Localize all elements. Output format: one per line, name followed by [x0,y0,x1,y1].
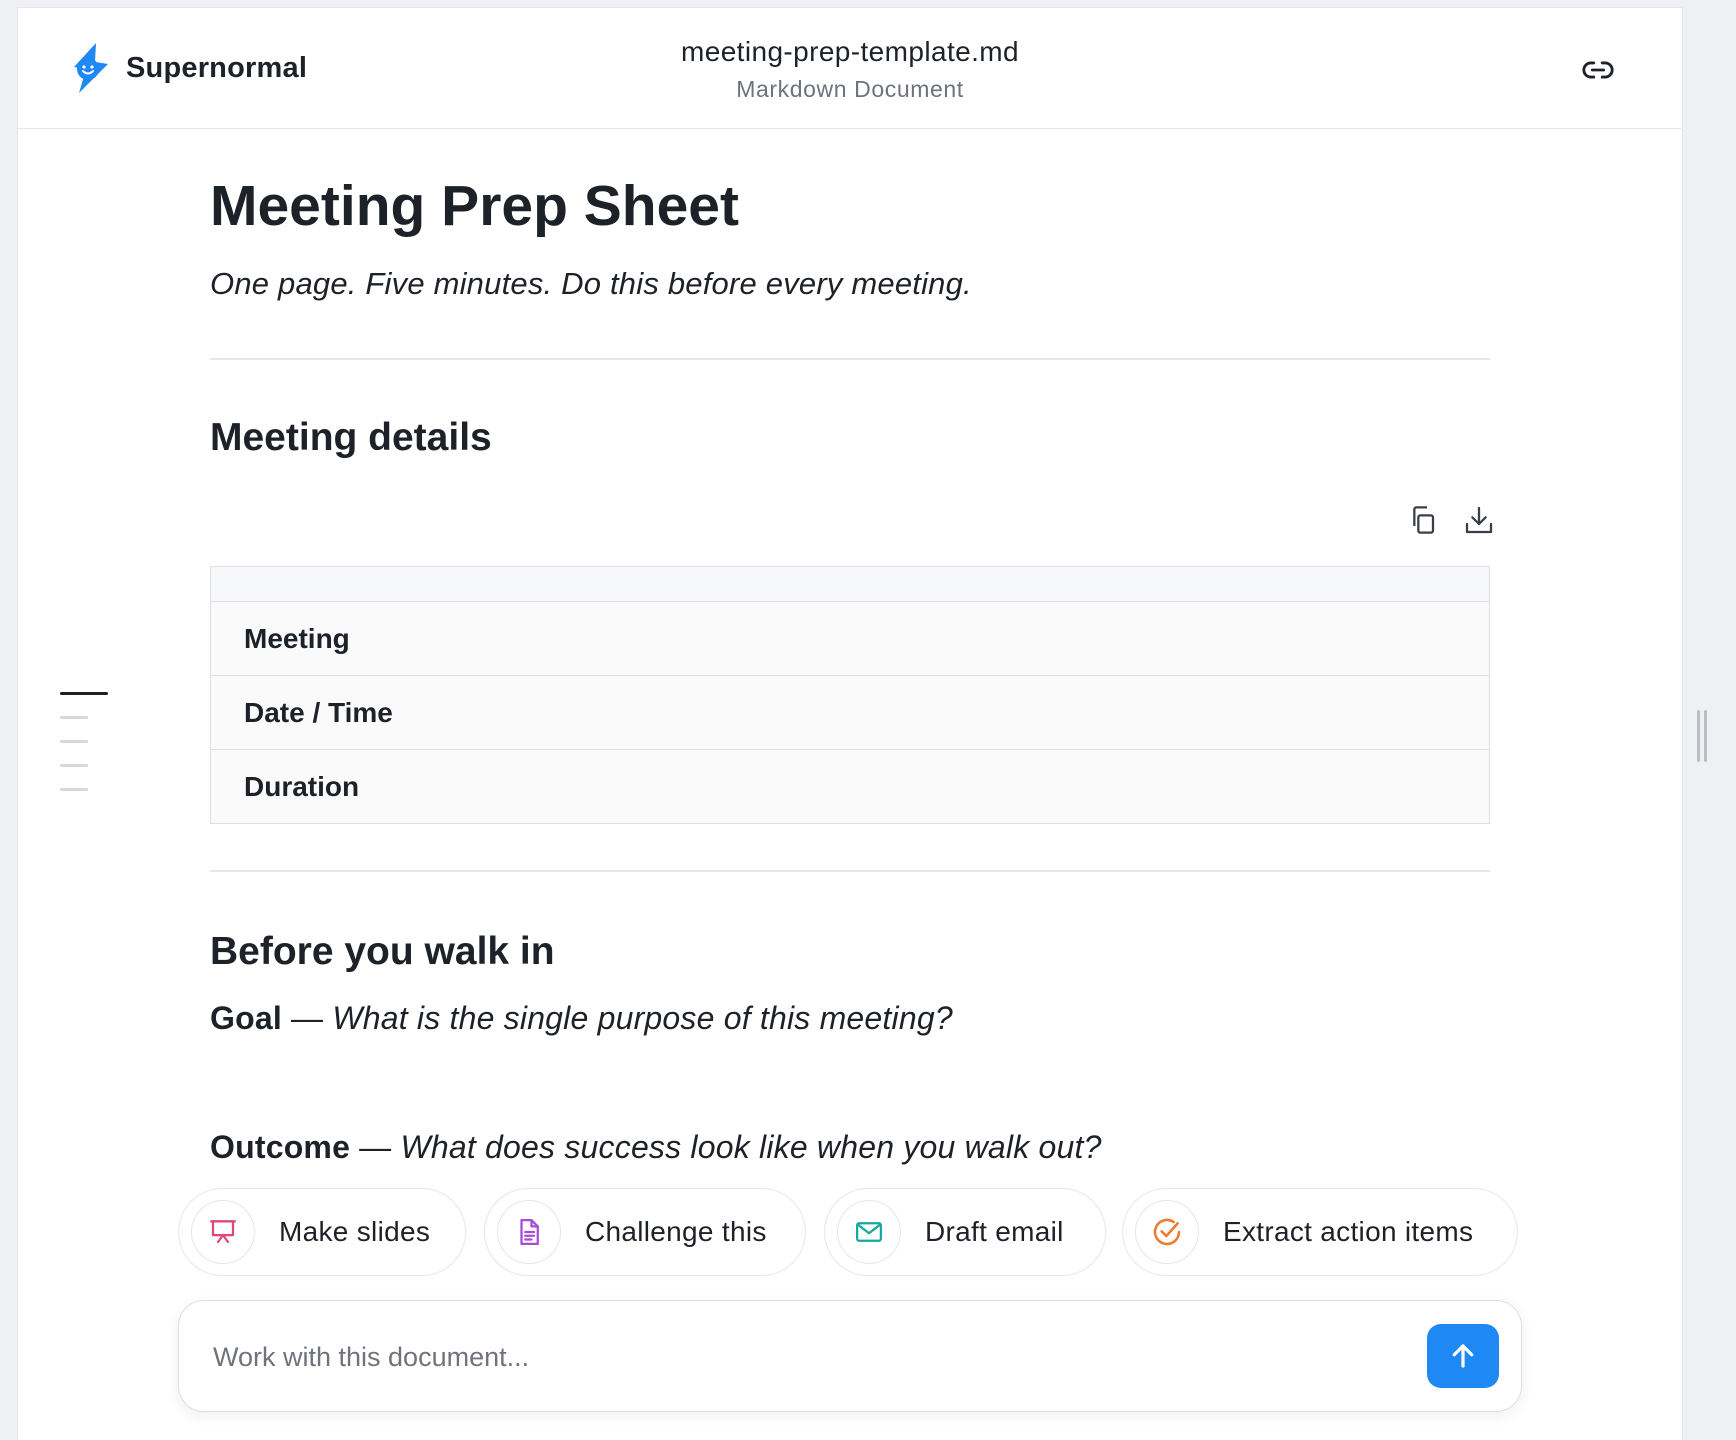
table-header-row [210,566,1490,602]
outline-marker[interactable] [60,764,88,767]
meeting-details-table: Meeting Date / Time Duration [210,566,1490,824]
table-row: Meeting [210,601,1490,676]
chip-label: Make slides [279,1216,431,1247]
outline-marker[interactable] [60,788,88,791]
download-table-button[interactable] [1461,502,1497,538]
quick-actions: Make slides Challenge this Draft email E… [178,1188,1518,1278]
page-lede: One page. Five minutes. Do this before e… [210,266,972,301]
draft-email-button[interactable]: Draft email [824,1188,1106,1276]
goal-prompt: What is the single purpose of this meeti… [332,1000,953,1036]
outline-marker[interactable] [60,740,88,743]
section-heading-before: Before you walk in [210,930,555,973]
composer-input[interactable] [211,1331,1315,1383]
download-icon [1465,506,1493,534]
chip-label: Challenge this [585,1216,767,1247]
presentation-icon [191,1200,255,1264]
check-circle-icon [1135,1200,1199,1264]
arrow-up-icon [1452,1344,1474,1368]
goal-label: Goal [210,1000,282,1036]
copy-link-button[interactable] [1578,50,1618,90]
make-slides-button[interactable]: Make slides [178,1188,466,1276]
chip-label: Extract action items [1223,1216,1474,1247]
file-type: Markdown Document [736,76,964,102]
outline-marker[interactable] [60,692,108,695]
table-toolbar [1405,502,1497,538]
divider [210,358,1490,360]
top-bar: Supernormal meeting-prep-template.md Mar… [18,8,1682,129]
link-icon [1582,61,1614,79]
document-composer [178,1300,1522,1412]
document-icon [497,1200,561,1264]
table-cell-meeting: Meeting [210,601,1490,676]
extract-action-items-button[interactable]: Extract action items [1122,1188,1518,1276]
goal-dash: — [281,1000,333,1036]
copy-icon [1413,506,1435,534]
goal-field: Goal — What is the single purpose of thi… [210,1000,953,1037]
file-name: meeting-prep-template.md [681,36,1019,67]
panel-resize-handle[interactable] [1697,710,1709,762]
copy-table-button[interactable] [1405,502,1441,538]
chip-label: Draft email [925,1216,1064,1247]
mail-icon [837,1200,901,1264]
send-button[interactable] [1427,1324,1499,1388]
outcome-label: Outcome [210,1129,351,1165]
challenge-this-button[interactable]: Challenge this [484,1188,806,1276]
divider [210,870,1490,872]
page-title: Meeting Prep Sheet [210,174,739,238]
table-cell-duration: Duration [210,749,1490,824]
outcome-prompt: What does success look like when you wal… [400,1129,1102,1165]
table-row: Duration [210,749,1490,824]
outcome-field: Outcome — What does success look like wh… [210,1129,1102,1166]
section-heading-details: Meeting details [210,416,492,459]
outline-marker[interactable] [60,716,88,719]
outcome-dash: — [350,1129,401,1165]
table-cell-date-time: Date / Time [210,675,1490,750]
table-header-cell [210,566,1490,602]
table-row: Date / Time [210,675,1490,750]
